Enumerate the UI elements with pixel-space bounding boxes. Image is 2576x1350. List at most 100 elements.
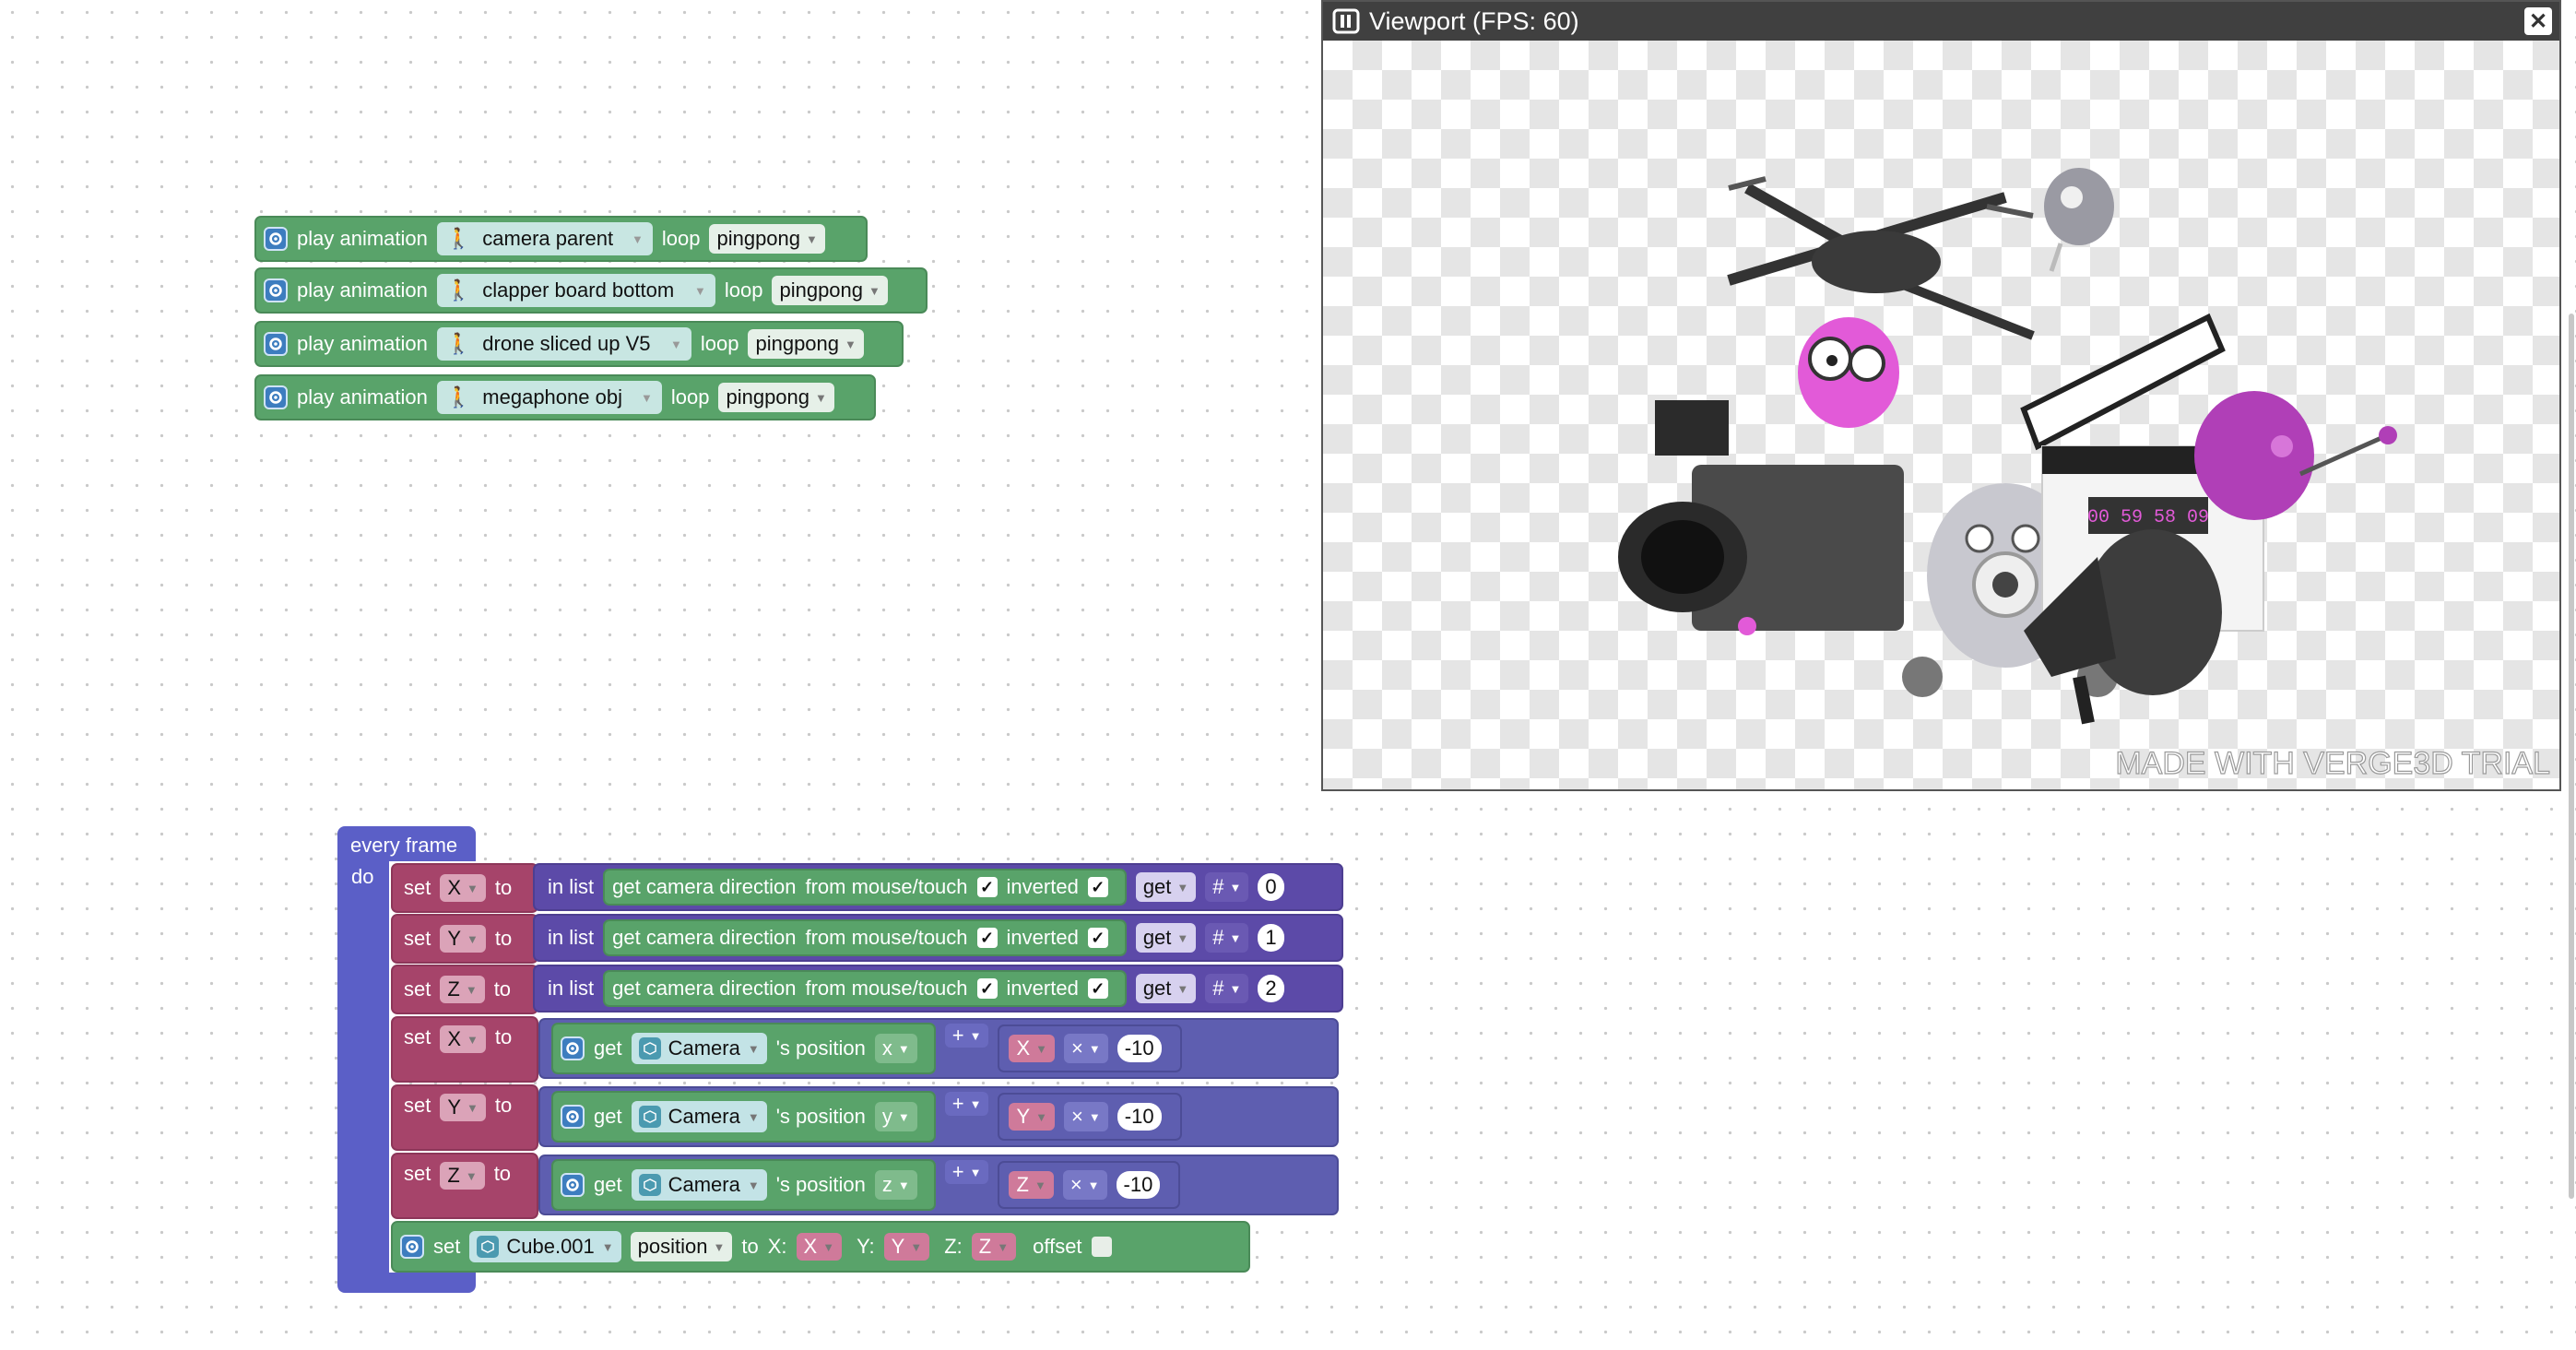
dropdown-caret-icon: ▼: [1229, 880, 1242, 894]
variable-dropdown[interactable]: Z ▼: [440, 976, 485, 1003]
set-variable-block[interactable]: set Y ▼ to: [391, 914, 538, 964]
variable-dropdown[interactable]: X ▼: [1009, 1035, 1056, 1062]
variable-dropdown[interactable]: X ▼: [440, 874, 486, 902]
multiply-block[interactable]: X ▼ × ▼ -10: [998, 1024, 1182, 1072]
animation-object-field[interactable]: 🚶 drone sliced up V5 ▼: [436, 327, 691, 361]
set-variable-block[interactable]: set Z ▼ to: [391, 1153, 538, 1219]
list-get-block[interactable]: in list get camera direction from mouse/…: [533, 965, 1343, 1012]
math-arithmetic-block[interactable]: get Camera ▼ 's position x ▼ + ▼ X ▼ × ▼ -10: [538, 1018, 1339, 1079]
set-object-position-block[interactable]: set Cube.001 ▼ position ▼ to X: X ▼ Y: Y ▼ …: [391, 1221, 1250, 1273]
get-camera-direction-block[interactable]: get camera direction from mouse/touch ✓ …: [603, 970, 1127, 1007]
checkbox-icon[interactable]: ✓: [1087, 877, 1108, 897]
number-input[interactable]: -10: [1117, 1103, 1162, 1131]
variable-dropdown[interactable]: Z ▼: [1009, 1171, 1054, 1199]
variable-dropdown[interactable]: Y ▼: [440, 1094, 486, 1121]
canvas-scrollbar-thumb[interactable]: [2569, 314, 2574, 1199]
gear-icon[interactable]: [561, 1036, 585, 1060]
variable-dropdown[interactable]: Y ▼: [883, 1233, 930, 1261]
operator-dropdown[interactable]: + ▼: [944, 1160, 989, 1184]
loop-mode-dropdown[interactable]: pingpong ▼: [748, 329, 864, 359]
loop-mode-dropdown[interactable]: pingpong ▼: [772, 276, 888, 305]
operator-dropdown[interactable]: + ▼: [944, 1092, 989, 1116]
panel-toggle-icon[interactable]: [1332, 7, 1360, 35]
set-variable-block[interactable]: set X ▼ to: [391, 1016, 538, 1083]
operator-dropdown[interactable]: + ▼: [944, 1024, 989, 1048]
variable-dropdown[interactable]: X ▼: [796, 1233, 843, 1261]
animation-object-field[interactable]: 🚶 camera parent ▼: [436, 222, 653, 255]
loop-mode-dropdown[interactable]: pingpong ▼: [718, 383, 834, 412]
operator-dropdown[interactable]: × ▼: [1064, 1102, 1108, 1131]
object-field[interactable]: Camera ▼: [631, 1169, 767, 1201]
index-mode-dropdown[interactable]: # ▼: [1205, 974, 1249, 1003]
cube-icon: [638, 1037, 661, 1060]
property-dropdown[interactable]: position ▼: [630, 1232, 733, 1261]
checkbox-icon[interactable]: ✓: [976, 928, 998, 948]
gear-icon[interactable]: [264, 332, 288, 356]
every-frame-header[interactable]: every frame: [337, 826, 476, 861]
gear-icon[interactable]: [264, 227, 288, 251]
set-variable-block[interactable]: set Y ▼ to: [391, 1084, 538, 1151]
gear-icon[interactable]: [400, 1235, 424, 1259]
get-object-property-block[interactable]: get Camera ▼ 's position z ▼: [551, 1159, 936, 1211]
math-arithmetic-block[interactable]: get Camera ▼ 's position y ▼ + ▼ Y ▼ × ▼ -10: [538, 1086, 1339, 1147]
viewport-titlebar[interactable]: Viewport (FPS: 60) ✕: [1323, 2, 2559, 41]
play-animation-block[interactable]: play animation 🚶 clapper board bottom ▼ …: [254, 267, 928, 314]
index-number[interactable]: 1: [1258, 924, 1284, 952]
gear-icon[interactable]: [264, 385, 288, 409]
list-get-block[interactable]: in list get camera direction from mouse/…: [533, 914, 1343, 962]
multiply-block[interactable]: Y ▼ × ▼ -10: [998, 1093, 1182, 1141]
viewport-window[interactable]: Viewport (FPS: 60) ✕ 00 59 58 09 MADE WI…: [1321, 0, 2561, 791]
axis-dropdown[interactable]: x ▼: [874, 1034, 917, 1063]
set-variable-block[interactable]: set Z ▼ to: [391, 965, 538, 1014]
walk-icon: 🚶: [445, 385, 472, 409]
gear-icon[interactable]: [561, 1105, 585, 1129]
loop-label: loop: [670, 385, 710, 409]
gear-icon[interactable]: [561, 1173, 585, 1197]
get-camera-direction-block[interactable]: get camera direction from mouse/touch ✓ …: [603, 919, 1127, 956]
index-number[interactable]: 0: [1258, 873, 1284, 901]
dropdown-caret-icon: ▼: [1035, 1109, 1048, 1124]
checkbox-icon[interactable]: ✓: [1087, 928, 1108, 948]
list-mode-dropdown[interactable]: get ▼: [1135, 872, 1197, 902]
number-input[interactable]: -10: [1117, 1035, 1162, 1062]
checkbox-icon[interactable]: ✓: [976, 978, 998, 999]
play-animation-label: play animation: [297, 385, 428, 409]
variable-dropdown[interactable]: Z ▼: [971, 1233, 1017, 1261]
checkbox-icon[interactable]: ✓: [976, 877, 998, 897]
animation-object-field[interactable]: 🚶 megaphone obj ▼: [436, 381, 662, 414]
variable-dropdown[interactable]: Y ▼: [440, 925, 486, 953]
get-object-property-block[interactable]: get Camera ▼ 's position x ▼: [551, 1023, 936, 1074]
index-number[interactable]: 2: [1258, 975, 1284, 1002]
checkbox-icon[interactable]: ✓: [1087, 978, 1108, 999]
close-icon[interactable]: ✕: [2524, 7, 2552, 35]
object-field[interactable]: Camera ▼: [631, 1101, 767, 1132]
operator-dropdown[interactable]: × ▼: [1064, 1034, 1108, 1063]
object-field[interactable]: Camera ▼: [631, 1033, 767, 1064]
play-animation-block[interactable]: play animation 🚶 drone sliced up V5 ▼ lo…: [254, 321, 904, 367]
axis-dropdown[interactable]: y ▼: [874, 1102, 917, 1131]
operator-dropdown[interactable]: × ▼: [1062, 1170, 1107, 1200]
index-mode-dropdown[interactable]: # ▼: [1205, 872, 1249, 902]
multiply-block[interactable]: Z ▼ × ▼ -10: [998, 1161, 1181, 1209]
axis-dropdown[interactable]: z ▼: [874, 1170, 917, 1200]
gear-icon[interactable]: [264, 278, 288, 302]
get-object-property-block[interactable]: get Camera ▼ 's position y ▼: [551, 1091, 936, 1143]
variable-dropdown[interactable]: X ▼: [440, 1025, 486, 1053]
get-camera-direction-block[interactable]: get camera direction from mouse/touch ✓ …: [603, 869, 1127, 906]
list-mode-dropdown[interactable]: get ▼: [1135, 974, 1197, 1003]
play-animation-block[interactable]: play animation 🚶 megaphone obj ▼ loop pi…: [254, 374, 876, 420]
index-mode-dropdown[interactable]: # ▼: [1205, 923, 1249, 953]
viewport-canvas[interactable]: 00 59 58 09 MADE WITH VERGE3D TRIAL: [1323, 41, 2559, 789]
set-variable-block[interactable]: set X ▼ to: [391, 863, 538, 913]
object-field[interactable]: Cube.001 ▼: [469, 1231, 621, 1262]
number-input[interactable]: -10: [1116, 1171, 1161, 1199]
variable-dropdown[interactable]: Z ▼: [440, 1162, 485, 1190]
animation-object-field[interactable]: 🚶 clapper board bottom ▼: [436, 274, 715, 307]
play-animation-block[interactable]: play animation 🚶 camera parent ▼ loop pi…: [254, 216, 868, 262]
loop-mode-dropdown[interactable]: pingpong ▼: [709, 224, 825, 254]
list-mode-dropdown[interactable]: get ▼: [1135, 923, 1197, 953]
offset-checkbox[interactable]: [1091, 1237, 1112, 1257]
list-get-block[interactable]: in list get camera direction from mouse/…: [533, 863, 1343, 911]
math-arithmetic-block[interactable]: get Camera ▼ 's position z ▼ + ▼ Z ▼ × ▼ -10: [538, 1155, 1339, 1215]
variable-dropdown[interactable]: Y ▼: [1009, 1103, 1056, 1131]
